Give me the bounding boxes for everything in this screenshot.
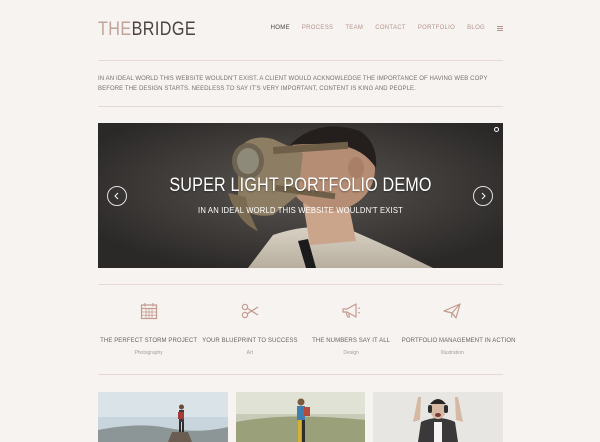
header-divider	[98, 60, 503, 61]
megaphone-icon	[301, 300, 402, 322]
feature-item[interactable]: PORTFOLIO MANAGEMENT IN ACTION Illustrat…	[401, 300, 516, 356]
logo-the: THE	[98, 19, 132, 40]
slider-divider	[98, 284, 503, 285]
slide-title: SUPER LIGHT PORTFOLIO DEMO	[169, 175, 432, 196]
paper-plane-icon	[402, 300, 503, 322]
feature-category: Design	[343, 350, 359, 356]
feature-title: THE PERFECT STORM PROJECT	[100, 338, 198, 344]
chevron-right-icon	[481, 192, 486, 200]
hero-slider[interactable]: SUPER LIGHT PORTFOLIO DEMO IN AN IDEAL W…	[98, 123, 503, 268]
site-logo[interactable]: THEBRIDGE	[98, 19, 196, 41]
feature-title: YOUR BLUEPRINT TO SUCCESS	[202, 338, 298, 344]
logo-bridge: BRIDGE	[131, 19, 197, 40]
feature-category: Photography	[134, 350, 163, 356]
feature-item[interactable]: THE NUMBERS SAY IT ALL Design	[301, 300, 402, 356]
nav-contact[interactable]: CONTACT	[375, 25, 406, 31]
nav-home[interactable]: HOME	[271, 25, 290, 31]
chevron-left-icon	[114, 192, 119, 200]
thumb-image	[235, 392, 366, 442]
features-row: THE PERFECT STORM PROJECT Photography YO…	[98, 300, 516, 356]
nav-portfolio[interactable]: PORTFOLIO	[418, 25, 455, 31]
feature-title: THE NUMBERS SAY IT ALL	[312, 338, 391, 344]
thumb-image	[373, 392, 504, 442]
thumb-image	[98, 392, 228, 442]
slider-dot[interactable]	[494, 127, 499, 132]
feature-item[interactable]: THE PERFECT STORM PROJECT Photography	[98, 300, 199, 356]
features-divider	[98, 374, 503, 375]
main-nav: HOME PROCESS TEAM CONTACT PORTFOLIO BLOG	[271, 25, 503, 31]
portfolio-thumb[interactable]	[373, 392, 504, 442]
feature-category: Illustration	[440, 350, 464, 356]
portfolio-grid	[98, 392, 504, 442]
nav-process[interactable]: PROCESS	[302, 25, 333, 31]
intro-text: IN AN IDEAL WORLD THIS WEBSITE WOULDN'T …	[98, 76, 488, 92]
calendar-icon	[98, 300, 199, 322]
slider-prev-button[interactable]	[107, 186, 127, 206]
nav-blog[interactable]: BLOG	[467, 25, 485, 31]
menu-icon[interactable]	[497, 25, 503, 31]
nav-team[interactable]: TEAM	[345, 25, 363, 31]
feature-item[interactable]: YOUR BLUEPRINT TO SUCCESS Art	[199, 300, 300, 356]
slide-subtitle: IN AN IDEAL WORLD THIS WEBSITE WOULDN'T …	[198, 205, 403, 215]
feature-category: Art	[246, 350, 254, 356]
feature-title: PORTFOLIO MANAGEMENT IN ACTION	[401, 338, 516, 344]
slider-next-button[interactable]	[473, 186, 493, 206]
intro-divider	[98, 106, 503, 107]
portfolio-thumb[interactable]	[235, 392, 366, 442]
portfolio-thumb[interactable]	[98, 392, 228, 442]
scissors-icon	[199, 300, 300, 322]
